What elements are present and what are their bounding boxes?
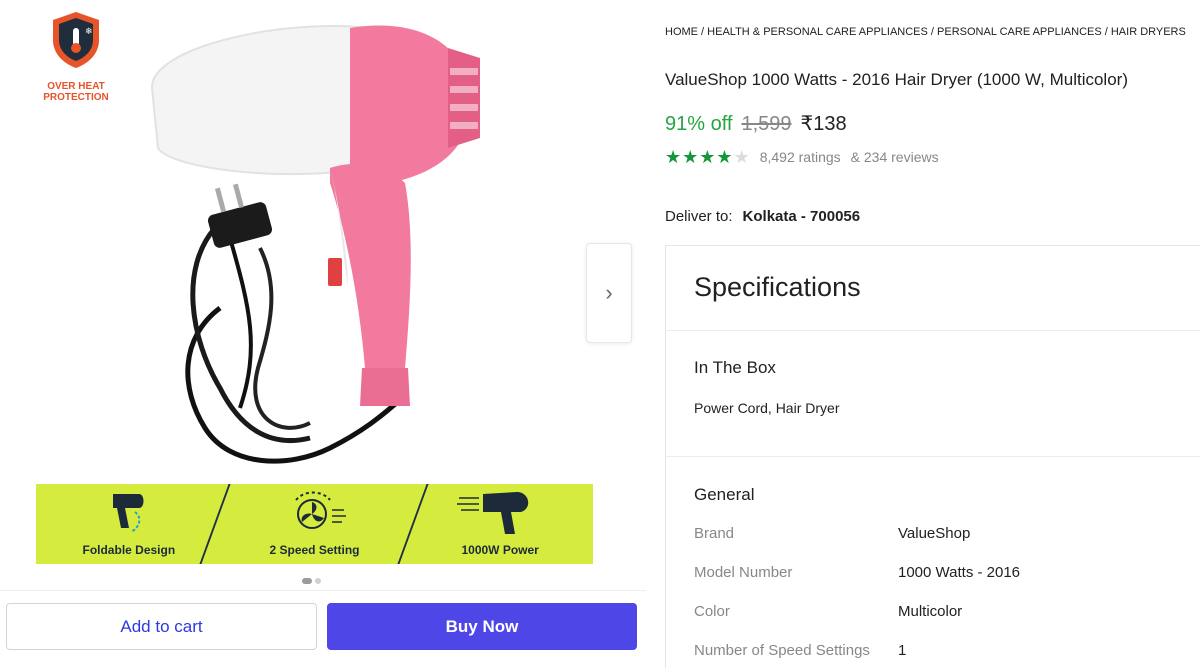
breadcrumb-home[interactable]: HOME: [665, 26, 698, 38]
product-details: HOME / HEALTH & PERSONAL CARE APPLIANCES…: [665, 0, 1200, 668]
spec-key: Color: [694, 603, 730, 620]
foldable-dryer-icon: [112, 494, 144, 533]
star-filled-icon: ★: [665, 147, 682, 167]
delivery-location[interactable]: Deliver to: Kolkata - 700056: [665, 208, 860, 225]
general-heading: General: [694, 485, 755, 504]
delivery-value: Kolkata - 700056: [742, 208, 861, 225]
spec-row-brand: Brand ValueShop: [694, 526, 1194, 542]
feature-strip: Foldable Design 2 Speed Setting 1000W Po…: [36, 484, 593, 564]
star-empty-icon: ★: [733, 147, 750, 167]
next-image-button[interactable]: ›: [586, 243, 632, 343]
spec-key: Brand: [694, 525, 735, 542]
breadcrumb-personal-care-appliances[interactable]: PERSONAL CARE APPLIANCES: [937, 26, 1102, 38]
carousel-dots: [302, 578, 321, 584]
star-filled-icon: ★: [682, 147, 699, 167]
action-bar: Add to cart Buy Now: [0, 590, 646, 668]
rating-row[interactable]: ★ ★ ★ ★ ★ 8,492 ratings & 234 reviews: [665, 148, 939, 166]
breadcrumb: HOME / HEALTH & PERSONAL CARE APPLIANCES…: [665, 26, 1186, 38]
reviews-count: & 234 reviews: [850, 149, 939, 165]
breadcrumb-health-personal-care[interactable]: HEALTH & PERSONAL CARE APPLIANCES: [707, 26, 928, 38]
price-row: 91% off 1,599 ₹138: [665, 111, 847, 136]
breadcrumb-separator: /: [1101, 26, 1111, 38]
hair-dryer-power-icon: [457, 492, 529, 534]
specifications-title: Specifications: [694, 272, 861, 302]
star-filled-icon: ★: [699, 147, 716, 167]
breadcrumb-hair-dryers[interactable]: HAIR DRYERS: [1111, 26, 1186, 38]
in-the-box-value: Power Cord, Hair Dryer: [694, 400, 840, 416]
breadcrumb-separator: /: [927, 26, 938, 38]
original-price: 1,599: [741, 113, 792, 135]
spec-row-color: Color Multicolor: [694, 604, 1194, 620]
specifications-panel: Specifications In The Box Power Cord, Ha…: [665, 245, 1200, 668]
feature-power: 1000W Power: [407, 484, 593, 564]
divider: [666, 456, 1200, 457]
ratings-count: 8,492 ratings: [759, 149, 841, 165]
spec-value: 1000 Watts - 2016: [898, 564, 1021, 581]
feature-label: 2 Speed Setting: [269, 543, 360, 557]
add-to-cart-button[interactable]: Add to cart: [6, 603, 317, 650]
shield-thermometer-icon: ❄: [53, 12, 99, 68]
star-rating: ★ ★ ★ ★ ★: [665, 148, 750, 166]
product-gallery: ❄ OVER HEAT PROTECTION › Foldable Design…: [0, 0, 650, 668]
feature-speed: 2 Speed Setting: [222, 484, 408, 564]
breadcrumb-separator: /: [698, 26, 708, 38]
fan-speed-icon: [294, 491, 346, 529]
discount-percent: 91% off: [665, 113, 733, 135]
spec-row-model-number: Model Number 1000 Watts - 2016: [694, 565, 1194, 581]
overheat-protection-badge: ❄ OVER HEAT PROTECTION: [36, 10, 116, 103]
selling-price: ₹138: [800, 113, 847, 135]
divider: [666, 330, 1200, 331]
spec-key: Model Number: [694, 564, 793, 581]
carousel-dot[interactable]: [315, 578, 321, 584]
spec-row-speed-settings: Number of Speed Settings 1: [694, 643, 1194, 659]
feature-label: 1000W Power: [461, 543, 539, 557]
star-filled-icon: ★: [716, 147, 733, 167]
spec-value: Multicolor: [898, 603, 963, 620]
badge-label: OVER HEAT PROTECTION: [43, 81, 109, 103]
buy-now-button[interactable]: Buy Now: [327, 603, 637, 650]
feature-label: Foldable Design: [82, 543, 176, 557]
spec-value: ValueShop: [898, 525, 971, 542]
svg-text:❄: ❄: [85, 27, 93, 37]
in-the-box-heading: In The Box: [694, 358, 776, 377]
spec-value: 1: [898, 642, 907, 659]
carousel-dot-active[interactable]: [302, 578, 312, 584]
feature-foldable: Foldable Design: [36, 484, 222, 564]
delivery-label: Deliver to:: [665, 208, 733, 225]
product-title: ValueShop 1000 Watts - 2016 Hair Dryer (…: [665, 70, 1128, 89]
chevron-right-icon: ›: [605, 280, 613, 305]
spec-key: Number of Speed Settings: [694, 642, 870, 659]
